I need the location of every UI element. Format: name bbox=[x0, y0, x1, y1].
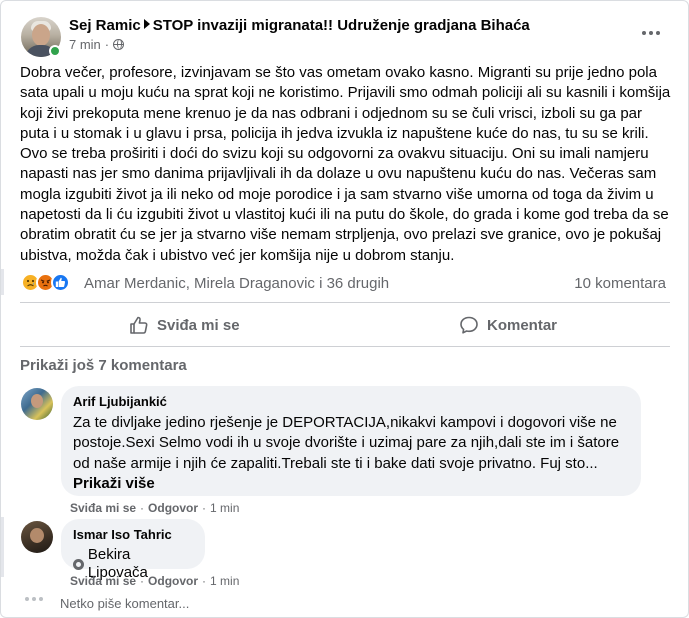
commenter-name-link[interactable]: Arif Ljubijankić bbox=[73, 394, 629, 410]
author-name-link[interactable]: Sej Ramic bbox=[69, 17, 141, 34]
like-button-label: Sviđa mi se bbox=[157, 316, 240, 334]
dot-separator: · bbox=[202, 501, 207, 515]
commenter-avatar[interactable] bbox=[21, 388, 53, 420]
triangle-right-icon bbox=[143, 19, 150, 29]
globe-icon[interactable] bbox=[113, 39, 125, 50]
comment-bubble: Ismar Iso Tahric Bekira Lipovača bbox=[61, 519, 205, 581]
comment-like-link[interactable]: Sviđa mi se bbox=[70, 501, 136, 515]
post-header: Sej Ramic STOP invaziji migranata!! Udruž… bbox=[69, 17, 530, 34]
typing-indicator-text: Netko piše komentar... bbox=[60, 596, 190, 611]
post-meta: 7 min · bbox=[69, 37, 125, 52]
comment-bubble: Arif Ljubijankić Za te divljake jedino r… bbox=[61, 386, 641, 496]
reaction-icons[interactable] bbox=[21, 273, 70, 292]
like-button[interactable]: Sviđa mi se bbox=[129, 309, 240, 341]
speech-bubble-icon bbox=[459, 315, 479, 335]
comment-count-link[interactable]: 10 komentara bbox=[574, 275, 666, 292]
dot-separator: · bbox=[140, 574, 145, 588]
meta-separator: · bbox=[104, 37, 110, 52]
comment-button[interactable]: Komentar bbox=[459, 309, 557, 341]
online-status-icon bbox=[49, 45, 61, 57]
comment-reply-link[interactable]: Odgovor bbox=[148, 574, 198, 588]
divider bbox=[20, 346, 670, 347]
thread-bar bbox=[1, 269, 4, 295]
comment-reply-link[interactable]: Odgovor bbox=[148, 501, 198, 515]
comment-time-link[interactable]: 1 min bbox=[210, 574, 239, 588]
comment-like-link[interactable]: Sviđa mi se bbox=[70, 574, 136, 588]
dot-separator: · bbox=[140, 501, 145, 515]
post-body-text: Dobra večer, profesore, izvinjavam se št… bbox=[20, 64, 671, 264]
group-name-link[interactable]: STOP invaziji migranata!! Udruženje grad… bbox=[153, 17, 530, 34]
like-reaction-icon bbox=[51, 273, 70, 292]
commenter-name-link[interactable]: Ismar Iso Tahric bbox=[73, 527, 193, 543]
post-time-link[interactable]: 7 min bbox=[69, 37, 101, 52]
thread-bar bbox=[1, 517, 4, 577]
thumbs-up-icon bbox=[129, 315, 149, 335]
more-options-icon[interactable] bbox=[639, 25, 663, 41]
comment-button-label: Komentar bbox=[487, 316, 558, 334]
typing-indicator-icon bbox=[25, 597, 43, 601]
comment-time-link[interactable]: 1 min bbox=[210, 501, 239, 515]
see-more-link[interactable]: Prikaži više bbox=[73, 474, 629, 494]
reaction-names-link[interactable]: Amar Merdanic, Mirela Draganovic i 36 dr… bbox=[84, 275, 389, 292]
post-card: Sej Ramic STOP invaziji migranata!! Udruž… bbox=[0, 0, 689, 618]
commenter-avatar[interactable] bbox=[21, 521, 53, 553]
comment-text: Za te divljake jedino rješenje je DEPORT… bbox=[73, 414, 620, 472]
comment-actions: Sviđa mi se · Odgovor · 1 min bbox=[70, 574, 239, 588]
show-more-comments-link[interactable]: Prikaži još 7 komentara bbox=[20, 357, 187, 374]
user-tag-icon bbox=[73, 558, 84, 570]
divider bbox=[20, 302, 670, 303]
comment-actions: Sviđa mi se · Odgovor · 1 min bbox=[70, 501, 239, 515]
dot-separator: · bbox=[202, 574, 207, 588]
